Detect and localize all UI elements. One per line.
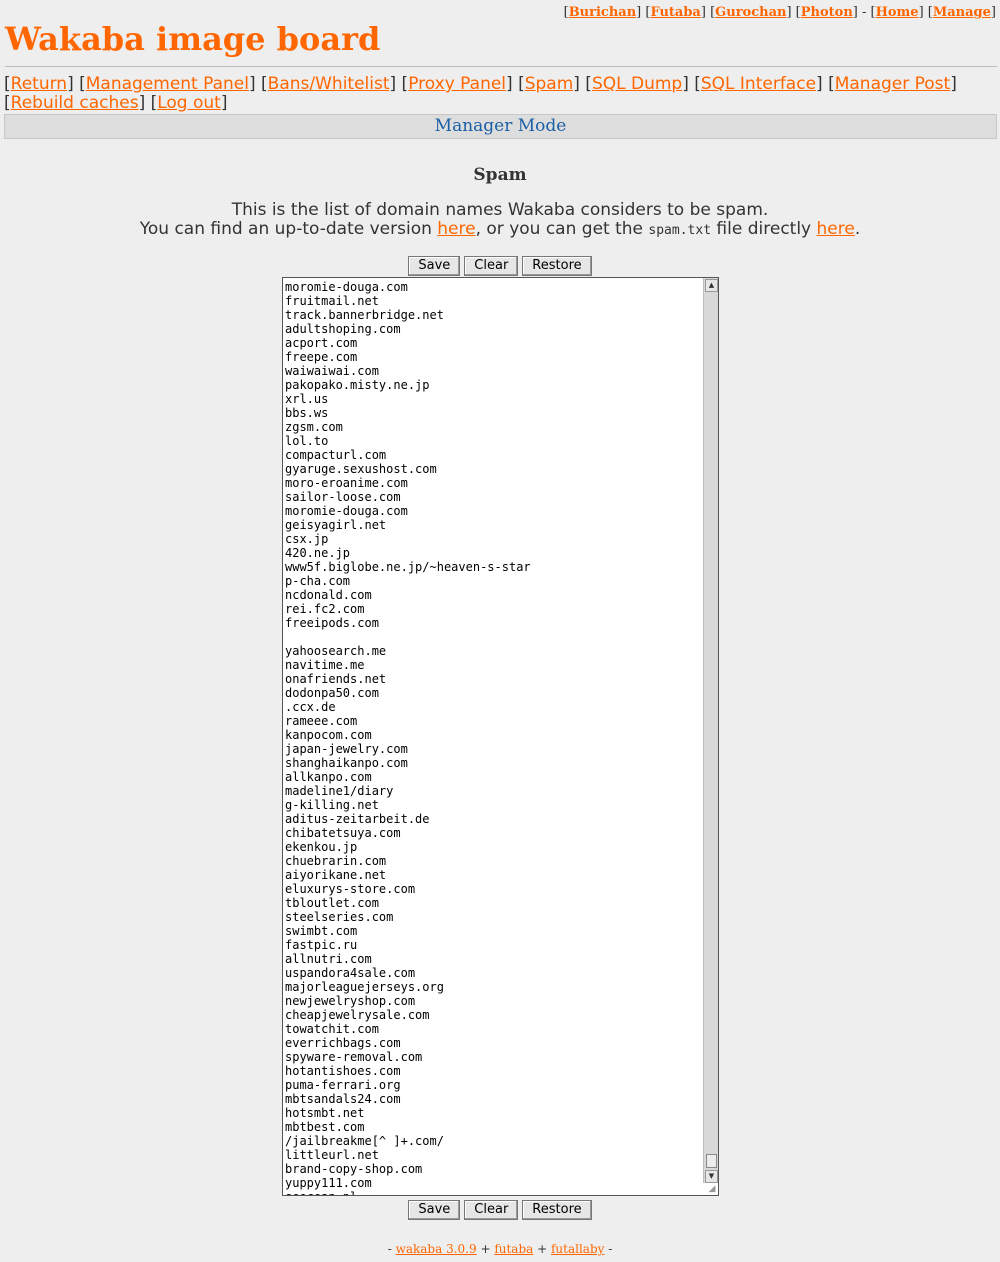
nav-manager-post[interactable]: Manager Post bbox=[835, 74, 951, 94]
nav-management-panel[interactable]: Management Panel bbox=[86, 74, 249, 94]
nav-sql-dump[interactable]: SQL Dump bbox=[592, 74, 682, 94]
nav-proxy-panel[interactable]: Proxy Panel bbox=[408, 74, 506, 94]
up-to-date-version-link[interactable]: here bbox=[437, 219, 475, 239]
style-switcher: [Burichan] [Futaba] [Gurochan] [Photon] … bbox=[564, 5, 996, 20]
site-title: Wakaba image board bbox=[5, 20, 381, 58]
intro-text: You can find an up-to-date version bbox=[139, 219, 438, 239]
textarea-scrollbar[interactable]: ▲ ▼ bbox=[703, 278, 718, 1183]
footer-wakaba-link[interactable]: wakaba 3.0.9 bbox=[396, 1242, 477, 1256]
header-divider bbox=[5, 66, 997, 67]
footer-futallaby-link[interactable]: futallaby bbox=[551, 1242, 604, 1256]
spam-file-name: spam.txt bbox=[648, 223, 712, 238]
style-futaba-link[interactable]: Futaba bbox=[650, 5, 700, 20]
bracket: ] - [ bbox=[852, 5, 876, 20]
bracket: ] [ bbox=[636, 5, 651, 20]
resize-grip-icon[interactable]: ◢ bbox=[707, 1184, 717, 1194]
bottom-button-row: Save Clear Restore bbox=[0, 1200, 1000, 1220]
section-title: Spam bbox=[473, 165, 527, 185]
spam-file-link[interactable]: here bbox=[817, 219, 855, 239]
footer: - wakaba 3.0.9 + futaba + futallaby - bbox=[387, 1242, 613, 1256]
bracket: ] bbox=[990, 5, 996, 20]
nav-rebuild-caches[interactable]: Rebuild caches bbox=[11, 93, 139, 113]
home-link[interactable]: Home bbox=[876, 5, 919, 20]
scroll-up-arrow-icon[interactable]: ▲ bbox=[705, 279, 718, 292]
nav-spam[interactable]: Spam bbox=[525, 74, 574, 94]
clear-button[interactable]: Clear bbox=[464, 256, 519, 276]
footer-futaba-link[interactable]: futaba bbox=[494, 1242, 533, 1256]
spam-intro: This is the list of domain names Wakaba … bbox=[0, 201, 1000, 240]
bracket: ] [ bbox=[786, 5, 801, 20]
admin-nav: [Return] [Management Panel] [Bans/Whitel… bbox=[4, 74, 957, 113]
scroll-thumb[interactable] bbox=[706, 1154, 717, 1168]
intro-line-1: This is the list of domain names Wakaba … bbox=[231, 200, 769, 220]
spam-list-content: moromie-douga.com fruitmail.net track.ba… bbox=[285, 280, 531, 1195]
nav-return[interactable]: Return bbox=[11, 74, 67, 94]
manager-mode-banner: Manager Mode bbox=[4, 114, 997, 139]
manage-link[interactable]: Manage bbox=[933, 5, 991, 20]
restore-button[interactable]: Restore bbox=[522, 256, 592, 276]
intro-text: . bbox=[854, 219, 861, 239]
clear-button[interactable]: Clear bbox=[464, 1200, 519, 1220]
scroll-down-arrow-icon[interactable]: ▼ bbox=[705, 1170, 718, 1183]
save-button[interactable]: Save bbox=[408, 1200, 461, 1220]
spam-list-textarea[interactable]: moromie-douga.com fruitmail.net track.ba… bbox=[282, 277, 719, 1196]
restore-button[interactable]: Restore bbox=[522, 1200, 592, 1220]
style-gurochan-link[interactable]: Gurochan bbox=[715, 5, 786, 20]
save-button[interactable]: Save bbox=[408, 256, 461, 276]
intro-text: , or you can get the bbox=[475, 219, 649, 239]
top-button-row: Save Clear Restore bbox=[0, 256, 1000, 276]
style-burichan-link[interactable]: Burichan bbox=[569, 5, 636, 20]
bracket: ] [ bbox=[918, 5, 933, 20]
bracket: ] [ bbox=[700, 5, 716, 20]
intro-text: file directly bbox=[711, 219, 817, 239]
style-photon-link[interactable]: Photon bbox=[801, 5, 853, 20]
nav-sql-interface[interactable]: SQL Interface bbox=[701, 74, 816, 94]
nav-log-out[interactable]: Log out bbox=[157, 93, 221, 113]
nav-bans-whitelist[interactable]: Bans/Whitelist bbox=[268, 74, 390, 94]
